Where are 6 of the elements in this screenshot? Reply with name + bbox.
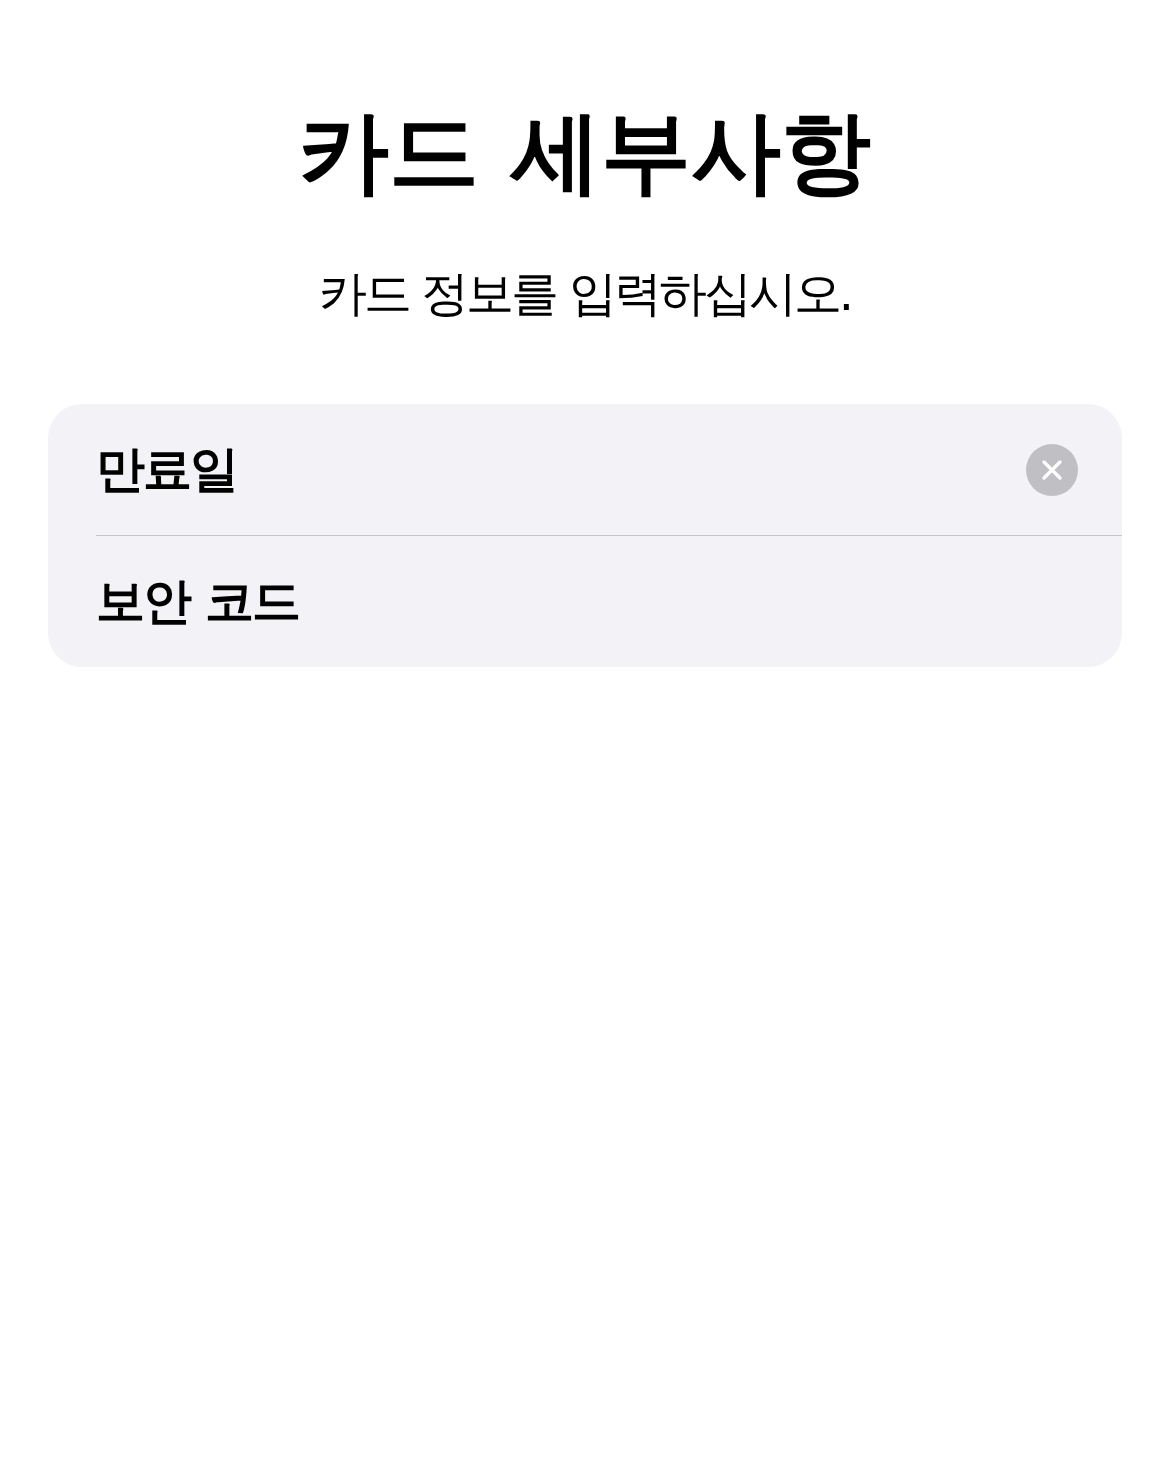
page-title: 카드 세부사항 <box>298 98 872 206</box>
field-label: 보안 코드 <box>96 571 300 632</box>
field-label: 만료일 <box>96 439 237 500</box>
close-icon <box>1042 459 1062 480</box>
clear-button[interactable] <box>1026 443 1078 496</box>
page-subtitle: 카드 정보를 입력하십시오. <box>318 264 852 322</box>
